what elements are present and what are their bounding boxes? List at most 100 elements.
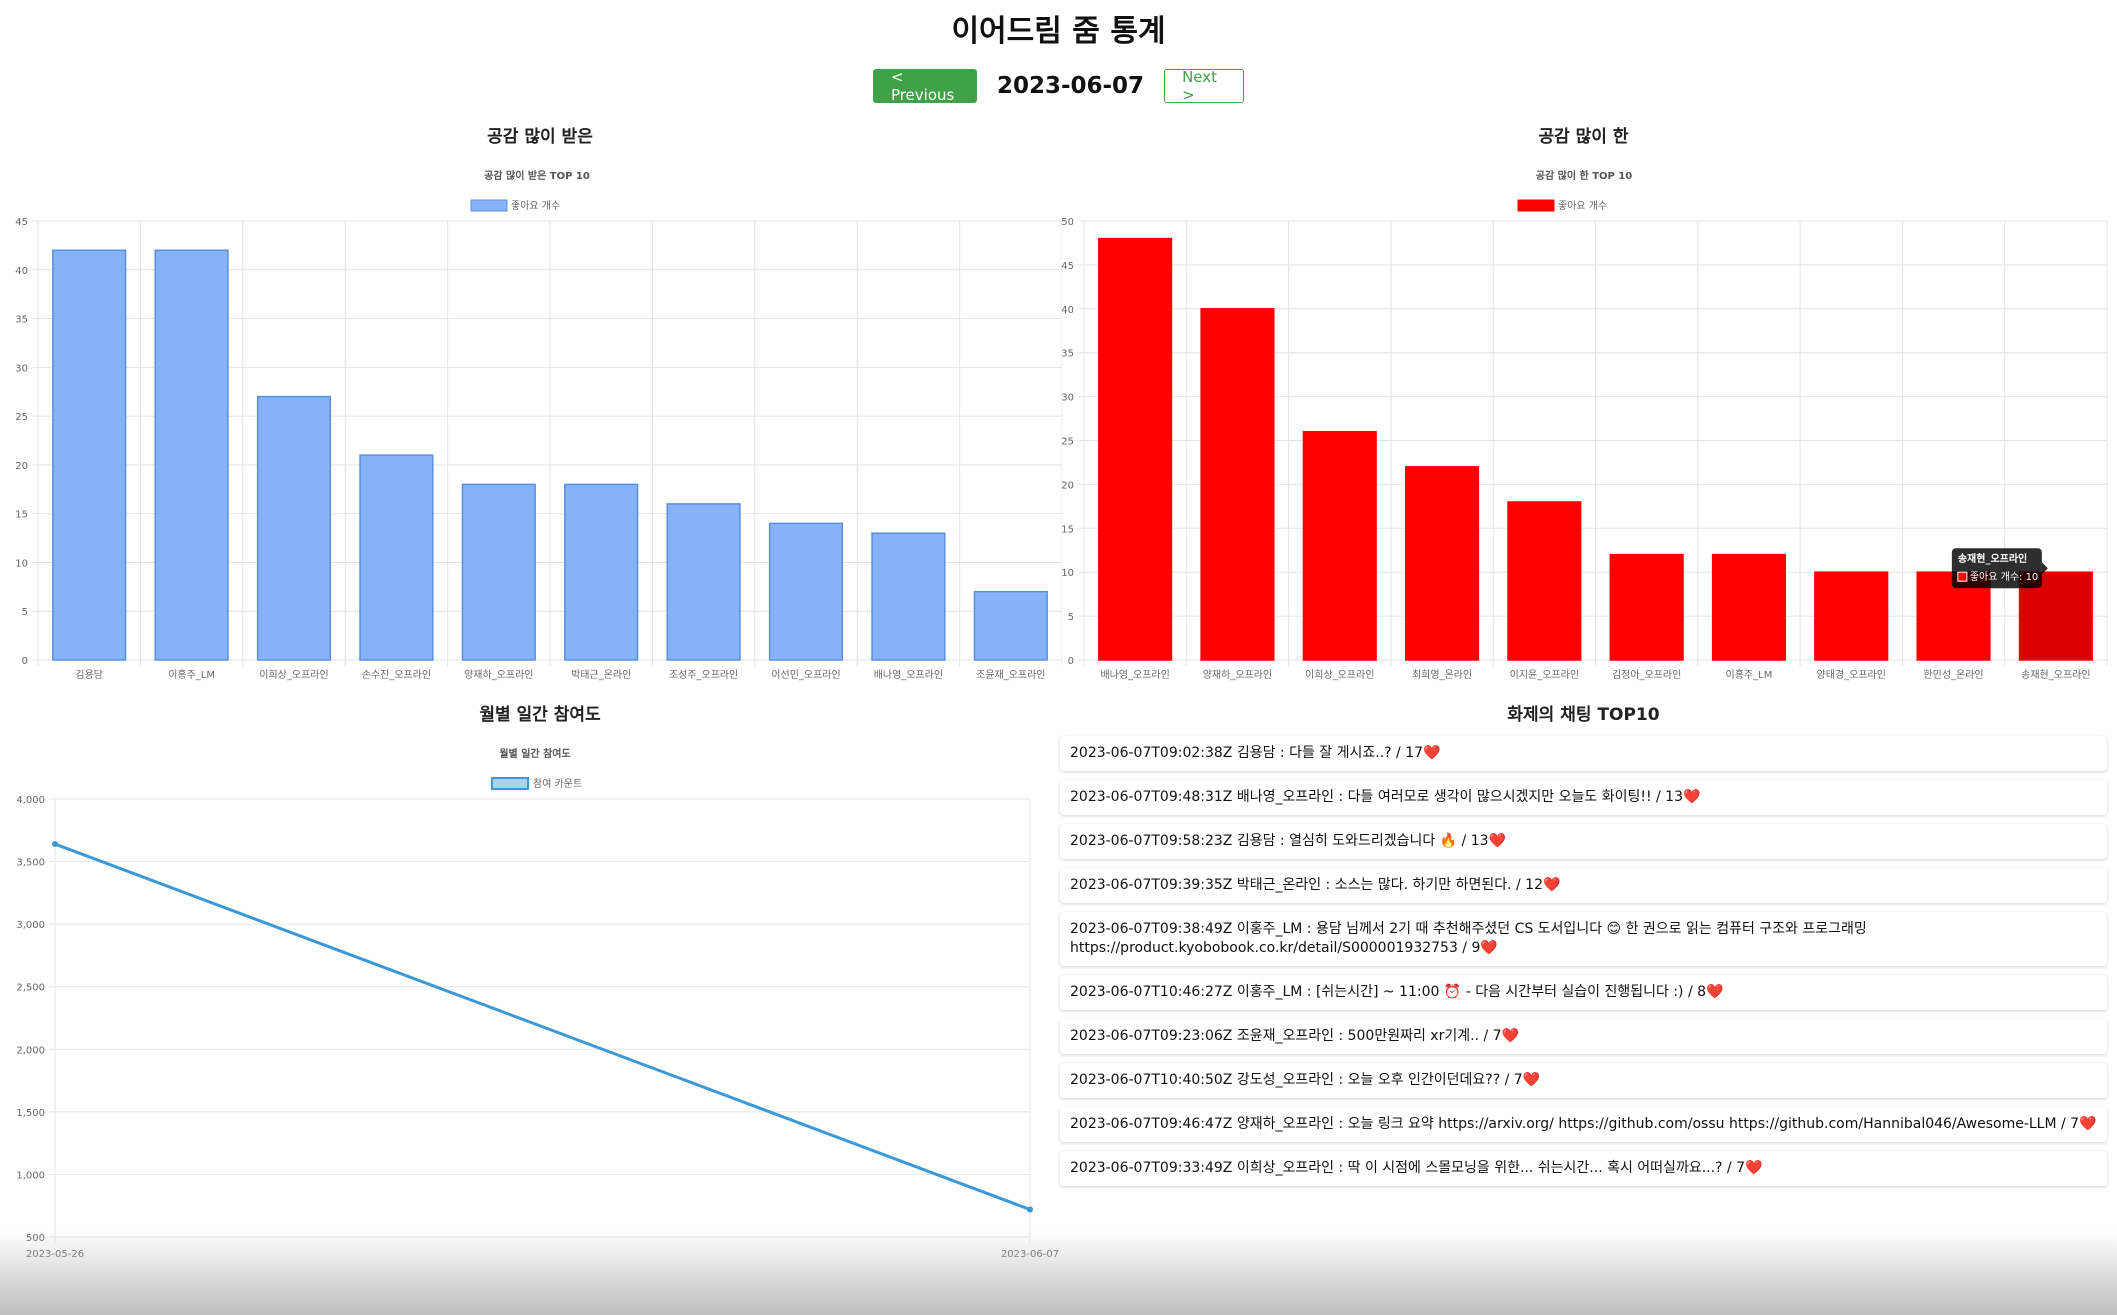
chat-list: 2023-06-07T09:02:38Z 김용담 : 다들 잘 게시죠..? /…	[1060, 736, 2107, 1195]
given-y-tick: 5	[1068, 612, 1074, 623]
heart-icon: ❤️	[2079, 1116, 2097, 1132]
given-x-tick: 배나영_오프라인	[1100, 669, 1169, 681]
given-panel-title: 공감 많이 한	[1538, 127, 1629, 147]
heart-icon: ❤️	[1745, 1160, 1763, 1176]
given-bar	[1302, 430, 1377, 661]
monthly-point	[1027, 1206, 1033, 1213]
given-y-tick: 50	[1062, 217, 1074, 228]
chat-text: 2023-06-07T09:38:49Z 이홍주_LM : 용담 님께서 2기 …	[1070, 921, 1867, 956]
given-y-tick: 45	[1062, 261, 1074, 272]
chat-text: 2023-06-07T09:58:23Z 김용담 : 열심히 도와드리겠습니다 …	[1070, 833, 1489, 849]
given-bar	[1609, 553, 1684, 661]
received-bar	[154, 249, 229, 661]
previous-button[interactable]: < Previous	[872, 68, 977, 104]
chat-item: 2023-06-07T09:39:35Z 박태근_온라인 : 소스는 많다. 하…	[1060, 868, 2107, 903]
monthly-chart-title: 월별 일간 참여도	[499, 747, 570, 760]
given-x-tick: 이홍주_LM	[1726, 668, 1773, 681]
received-bar	[768, 522, 844, 661]
received-chart-title: 공감 많이 받은 TOP 10	[484, 169, 590, 182]
given-chart-title: 공감 많이 한 TOP 10	[1536, 169, 1633, 182]
received-y-tick: 25	[15, 412, 28, 423]
chat-text: 2023-06-07T09:02:38Z 김용담 : 다들 잘 게시죠..? /…	[1070, 745, 1424, 761]
heart-icon: ❤️	[1706, 984, 1724, 1000]
received-y-tick: 20	[15, 461, 28, 472]
chat-text: 2023-06-07T09:46:47Z 양재하_오프라인 : 오늘 링크 요약…	[1070, 1116, 2080, 1132]
monthly-x-tick: 2023-05-26	[26, 1249, 84, 1258]
given-y-tick: 15	[1062, 524, 1074, 535]
received-bar	[52, 249, 127, 661]
monthly-y-tick: 4,000	[16, 795, 45, 806]
chat-item: 2023-06-07T09:33:49Z 이희상_오프라인 : 딱 이 시점에 …	[1060, 1151, 2107, 1186]
given-bar	[1814, 571, 1889, 661]
monthly-participation-chart[interactable]: 월별 일간 참여도참여 카운트 500 1,000 1,500 2,000 2,500 3,…	[0, 738, 1062, 1258]
chat-item: 2023-06-07T09:48:31Z 배나영_오프라인 : 다들 여러모로 …	[1060, 780, 2107, 815]
received-y-tick: 45	[15, 217, 28, 228]
received-y-tick: 10	[15, 558, 28, 569]
heart-icon: ❤️	[1522, 1072, 1541, 1088]
heart-icon: ❤️	[1501, 1028, 1519, 1044]
given-bar	[1404, 466, 1480, 661]
received-x-tick: 이홍주_LM	[168, 668, 215, 681]
monthly-y-tick: 500	[26, 1233, 45, 1244]
given-likes-chart[interactable]: 공감 많이 한 TOP 10 좋아요 개수 0 5 10 15 20 25 30 35 40 45 50…	[1062, 160, 2117, 690]
given-bar	[1200, 308, 1275, 661]
given-tooltip-swatch	[1957, 571, 1968, 582]
received-legend-swatch	[470, 199, 508, 212]
given-y-tick: 30	[1062, 393, 1074, 404]
heart-icon: ❤️	[1423, 745, 1441, 761]
received-bar	[871, 532, 946, 661]
chat-item: 2023-06-07T10:46:27Z 이홍주_LM : [쉬는시간] ~ 1…	[1060, 975, 2107, 1010]
chat-text: 2023-06-07T09:33:49Z 이희상_오프라인 : 딱 이 시점에 …	[1070, 1160, 1746, 1176]
received-x-tick: 양재하_오프라인	[464, 668, 533, 681]
given-x-tick: 최희영_온라인	[1412, 669, 1472, 681]
received-bar	[256, 395, 332, 661]
chat-item: 2023-06-07T09:38:49Z 이홍주_LM : 용담 님께서 2기 …	[1060, 912, 2107, 966]
heart-icon: ❤️	[1480, 940, 1498, 956]
received-y-tick: 15	[15, 510, 28, 521]
received-bar	[666, 503, 741, 661]
chat-item: 2023-06-07T09:02:38Z 김용담 : 다들 잘 게시죠..? /…	[1060, 736, 2107, 771]
received-likes-chart[interactable]: 공감 많이 받은 TOP 10 좋아요 개수 0 5 10 15 20 25 30 35 40 45 김…	[0, 160, 1062, 690]
given-y-tick: 40	[1062, 305, 1074, 316]
given-bar	[1098, 237, 1173, 661]
chat-text: 2023-06-07T10:46:27Z 이홍주_LM : [쉬는시간] ~ 1…	[1070, 984, 1707, 1000]
received-x-tick: 김용담	[75, 669, 103, 681]
current-date: 2023-06-07	[996, 73, 1145, 99]
monthly-x-tick: 2023-06-07	[1001, 1249, 1059, 1258]
received-y-tick: 40	[15, 266, 28, 277]
received-x-tick: 이희상_오프라인	[259, 669, 328, 681]
given-y-tick: 20	[1062, 480, 1074, 491]
monthly-panel-title: 월별 일간 참여도	[479, 705, 601, 725]
received-y-tick: 30	[15, 363, 28, 374]
next-button[interactable]: Next >	[1164, 68, 1245, 104]
given-legend-label: 좋아요 개수	[1558, 200, 1607, 212]
page-title: 이어드림 줌 통계	[951, 14, 1166, 49]
chat-item: 2023-06-07T09:46:47Z 양재하_오프라인 : 오늘 링크 요약…	[1060, 1107, 2107, 1142]
monthly-y-tick: 1,500	[16, 1108, 45, 1119]
monthly-y-tick: 3,500	[16, 858, 45, 869]
received-x-tick: 조성주_오프라인	[669, 669, 738, 681]
chat-text: 2023-06-07T09:48:31Z 배나영_오프라인 : 다들 여러모로 …	[1070, 789, 1683, 805]
received-x-tick: 손수진_오프라인	[362, 669, 431, 681]
given-x-tick: 한민성_온라인	[1923, 669, 1983, 681]
given-tooltip-body: 좋아요 개수: 10	[1970, 571, 2038, 583]
received-legend-label: 좋아요 개수	[511, 200, 560, 212]
received-x-tick: 박태근_온라인	[571, 669, 631, 681]
given-y-tick: 25	[1062, 437, 1074, 448]
chat-item: 2023-06-07T10:40:50Z 강도성_오프라인 : 오늘 오후 인간…	[1060, 1063, 2107, 1098]
received-y-tick: 0	[22, 656, 28, 667]
chat-item: 2023-06-07T09:58:23Z 김용담 : 열심히 도와드리겠습니다 …	[1060, 824, 2107, 859]
received-x-tick: 배나영_오프라인	[874, 669, 943, 681]
heart-icon: ❤️	[1542, 877, 1561, 893]
given-y-tick: 35	[1062, 349, 1074, 360]
given-x-tick: 양재하_오프라인	[1203, 668, 1272, 681]
received-x-tick: 이선민_오프라인	[771, 669, 840, 681]
given-y-tick: 0	[1068, 656, 1074, 667]
received-x-tick: 조윤재_오프라인	[976, 669, 1045, 681]
received-bar	[564, 483, 639, 661]
given-x-tick: 양태경_오프라인	[1817, 668, 1886, 681]
given-legend-swatch	[1517, 199, 1555, 212]
received-panel-title: 공감 많이 받은	[487, 127, 593, 147]
given-x-tick: 송재현_오프라인	[2021, 669, 2090, 681]
monthly-legend-label: 참여 카운트	[533, 778, 582, 790]
